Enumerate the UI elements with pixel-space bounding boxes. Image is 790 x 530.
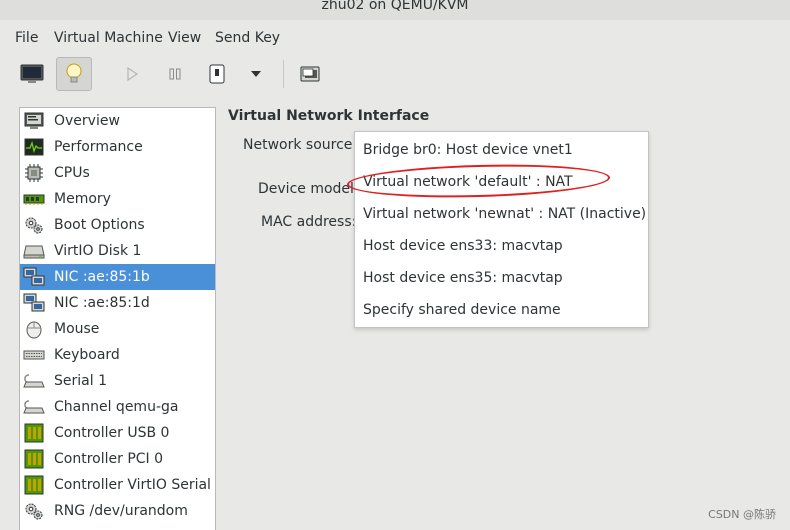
network-icon	[23, 293, 45, 312]
console-button[interactable]	[14, 57, 50, 91]
sidebar-item-label: Overview	[54, 113, 120, 129]
device-model-label: Device model:	[258, 181, 359, 197]
menu-virtual-machine[interactable]: Virtual Machine	[54, 30, 163, 46]
sidebar-item-label: RNG /dev/urandom	[54, 503, 188, 519]
details-button[interactable]	[56, 57, 92, 91]
watermark: CSDN @陈骄	[708, 508, 776, 521]
sidebar-item-label: Performance	[54, 139, 143, 155]
controller-icon	[24, 475, 44, 495]
dropdown-option-ens33-macvtap[interactable]: Host device ens33: macvtap	[363, 238, 563, 254]
shutdown-button[interactable]	[199, 57, 235, 91]
sidebar-item-label: Keyboard	[54, 347, 120, 363]
toolbar	[0, 52, 790, 98]
sidebar-item-nic-ae-85-1d[interactable]: NIC :ae:85:1d	[20, 290, 215, 316]
sidebar-item-performance[interactable]: Performance	[20, 134, 215, 160]
dropdown-arrow-icon	[251, 71, 261, 77]
serial-icon	[23, 374, 45, 388]
play-icon	[127, 66, 139, 82]
sidebar-item-label: Mouse	[54, 321, 100, 337]
network-icon	[23, 267, 45, 286]
pause-button[interactable]	[157, 57, 193, 91]
menu-file[interactable]: File	[15, 30, 38, 46]
sidebar-item-cpus[interactable]: CPUs	[20, 160, 215, 186]
keyboard-icon	[23, 350, 45, 360]
controller-icon	[24, 423, 44, 443]
network-source-label: Network source:	[243, 137, 358, 153]
sidebar-item-label: Memory	[54, 191, 111, 207]
sidebar-item-controller-virtio-serial-0[interactable]: Controller VirtIO Serial 0	[20, 472, 215, 498]
sidebar-item-overview[interactable]: Overview	[20, 108, 215, 134]
sidebar-item-label: Controller USB 0	[54, 425, 170, 441]
gear-icon	[25, 503, 43, 520]
mac-address-label: MAC address:	[261, 214, 357, 230]
screenshot-button[interactable]	[292, 57, 328, 91]
sidebar-item-controller-pci-0[interactable]: Controller PCI 0	[20, 446, 215, 472]
sidebar-item-keyboard[interactable]: Keyboard	[20, 342, 215, 368]
sidebar-item-rng-dev-urandom[interactable]: RNG /dev/urandom	[20, 498, 215, 524]
sidebar-item-serial-1[interactable]: Serial 1	[20, 368, 215, 394]
memory-icon	[23, 194, 45, 205]
performance-icon	[24, 138, 44, 156]
sidebar-item-label: Controller PCI 0	[54, 451, 164, 467]
disk-icon	[23, 245, 45, 259]
sidebar-item-nic-ae-85-1b[interactable]: NIC :ae:85:1b	[20, 264, 215, 290]
sidebar-item-label: Channel qemu-ga	[54, 399, 179, 415]
section-title: Virtual Network Interface	[228, 108, 430, 124]
dropdown-option-newnat[interactable]: Virtual network 'newnat' : NAT (Inactive…	[363, 206, 646, 222]
sidebar-item-label: CPUs	[54, 165, 90, 181]
sidebar-item-label: Controller VirtIO Serial 0	[54, 477, 216, 493]
menu-send-key[interactable]: Send Key	[215, 30, 280, 46]
dropdown-option-shared-device[interactable]: Specify shared device name	[363, 302, 561, 318]
menu-view[interactable]: View	[168, 30, 201, 46]
power-icon	[209, 64, 225, 84]
serial-icon	[23, 400, 45, 414]
sidebar-item-label: NIC :ae:85:1b	[54, 269, 150, 285]
window-titlebar: zhu02 on QEMU/KVM	[0, 0, 790, 20]
sidebar-item-memory[interactable]: Memory	[20, 186, 215, 212]
window-title: zhu02 on QEMU/KVM	[321, 0, 469, 13]
controller-icon	[24, 449, 44, 469]
gear-icon	[25, 217, 43, 234]
menu-bar: File Virtual Machine View Send Key	[0, 20, 790, 52]
network-source-dropdown-menu: Bridge br0: Host device vnet1 Virtual ne…	[354, 131, 649, 328]
lightbulb-icon	[66, 63, 82, 83]
hardware-list: Overview Performance CPUs Memory Boot Op…	[19, 107, 216, 530]
overview-icon	[24, 112, 44, 129]
shutdown-menu-button[interactable]	[238, 57, 274, 91]
dropdown-option-ens35-macvtap[interactable]: Host device ens35: macvtap	[363, 270, 563, 286]
dropdown-option-bridge-br0[interactable]: Bridge br0: Host device vnet1	[363, 142, 573, 158]
monitor-icon	[20, 64, 44, 83]
sidebar-item-label: NIC :ae:85:1d	[54, 295, 150, 311]
sidebar-item-label: Serial 1	[54, 373, 107, 389]
pause-icon	[169, 68, 181, 80]
cpu-icon	[25, 164, 43, 182]
mouse-icon	[26, 321, 42, 339]
sidebar-item-label: Boot Options	[54, 217, 145, 233]
sidebar-item-label: VirtIO Disk 1	[54, 243, 142, 259]
sidebar-item-mouse[interactable]: Mouse	[20, 316, 215, 342]
run-button[interactable]	[114, 57, 150, 91]
sidebar-item-virtio-disk-1[interactable]: VirtIO Disk 1	[20, 238, 215, 264]
screenshot-icon	[300, 66, 320, 82]
sidebar-item-controller-usb-0[interactable]: Controller USB 0	[20, 420, 215, 446]
toolbar-separator	[283, 60, 284, 88]
sidebar-item-channel-qemu-ga[interactable]: Channel qemu-ga	[20, 394, 215, 420]
sidebar-item-boot-options[interactable]: Boot Options	[20, 212, 215, 238]
